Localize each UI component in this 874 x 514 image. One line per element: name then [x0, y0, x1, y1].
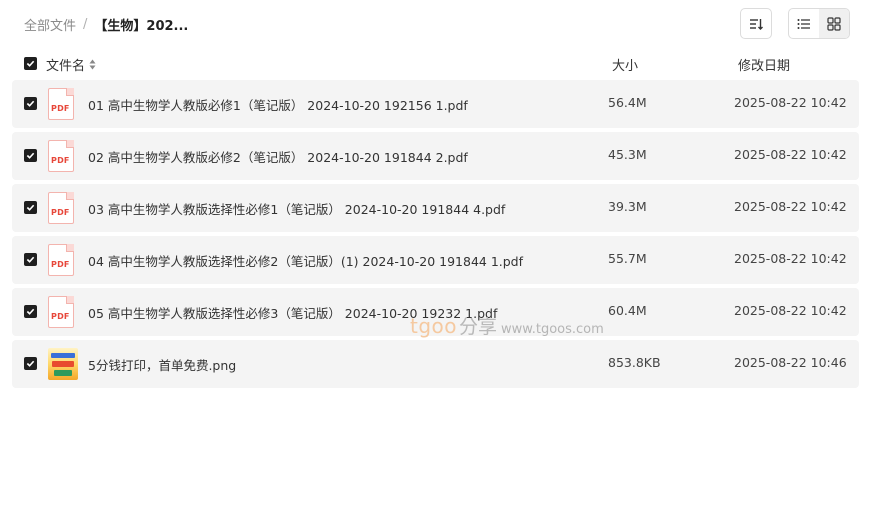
file-row[interactable]: PDF 04 高中生物学人教版选择性必修2（笔记版）(1) 2024-10-20… — [12, 236, 859, 284]
file-checkbox[interactable] — [24, 305, 37, 318]
file-size: 39.3M — [608, 199, 647, 214]
file-name[interactable]: 02 高中生物学人教版必修2（笔记版） 2024-10-20 191844 2.… — [88, 147, 468, 166]
file-name[interactable]: 04 高中生物学人教版选择性必修2（笔记版）(1) 2024-10-20 191… — [88, 251, 523, 270]
pdf-file-icon: PDF — [48, 244, 76, 276]
file-checkbox[interactable] — [24, 357, 37, 370]
list-view-button[interactable] — [789, 9, 819, 38]
pdf-file-icon-label: PDF — [51, 208, 70, 217]
list-view-icon — [797, 18, 810, 29]
file-modified-date: 2025-08-22 10:42 — [734, 199, 847, 214]
checkmark-icon — [26, 204, 35, 211]
select-all-checkbox[interactable] — [24, 57, 37, 70]
breadcrumb-root-link[interactable]: 全部文件 — [24, 15, 76, 34]
file-modified-date: 2025-08-22 10:42 — [734, 95, 847, 110]
breadcrumb-current-folder: 【生物】202... — [94, 18, 189, 34]
checkmark-icon — [26, 100, 35, 107]
file-size: 853.8KB — [608, 355, 661, 370]
file-checkbox[interactable] — [24, 97, 37, 110]
checkmark-icon — [26, 152, 35, 159]
file-size: 55.7M — [608, 251, 647, 266]
top-bar: 全部文件 / 【生物】202... — [0, 0, 874, 48]
sort-caret-icon — [89, 59, 96, 70]
watermark: tgoo 分享 www.tgoos.com — [410, 312, 604, 339]
checkmark-icon — [26, 308, 35, 315]
watermark-share: 分享 — [459, 316, 498, 338]
file-modified-date: 2025-08-22 10:42 — [734, 303, 847, 318]
file-size: 60.4M — [608, 303, 647, 318]
pdf-file-icon-label: PDF — [51, 260, 70, 269]
file-checkbox[interactable] — [24, 201, 37, 214]
column-header-name-label: 文件名 — [46, 59, 86, 74]
file-modified-date: 2025-08-22 10:46 — [734, 355, 847, 370]
file-modified-date: 2025-08-22 10:42 — [734, 251, 847, 266]
watermark-brand: tgoo — [410, 314, 458, 338]
column-header-name[interactable]: 文件名 — [46, 55, 96, 74]
file-checkbox[interactable] — [24, 149, 37, 162]
grid-view-button[interactable] — [819, 9, 849, 38]
sort-button[interactable] — [740, 8, 772, 39]
pdf-file-icon: PDF — [48, 296, 76, 328]
file-row[interactable]: 5分钱打印，首单免费.png 853.8KB 2025-08-22 10:46 — [12, 340, 859, 388]
file-checkbox[interactable] — [24, 253, 37, 266]
file-list: PDF 01 高中生物学人教版必修1（笔记版） 2024-10-20 19215… — [12, 80, 859, 392]
pdf-file-icon: PDF — [48, 140, 76, 172]
checkmark-icon — [26, 60, 35, 67]
file-name[interactable]: 01 高中生物学人教版必修1（笔记版） 2024-10-20 192156 1.… — [88, 95, 468, 114]
file-list-header: 文件名 大小 修改日期 — [12, 50, 859, 78]
file-row[interactable]: PDF 01 高中生物学人教版必修1（笔记版） 2024-10-20 19215… — [12, 80, 859, 128]
view-toggle-group — [788, 8, 850, 39]
file-row[interactable]: PDF 03 高中生物学人教版选择性必修1（笔记版） 2024-10-20 19… — [12, 184, 859, 232]
pdf-file-icon-label: PDF — [51, 312, 70, 321]
file-row[interactable]: PDF 02 高中生物学人教版必修2（笔记版） 2024-10-20 19184… — [12, 132, 859, 180]
file-size: 56.4M — [608, 95, 647, 110]
pdf-file-icon: PDF — [48, 192, 76, 224]
file-name[interactable]: 03 高中生物学人教版选择性必修1（笔记版） 2024-10-20 191844… — [88, 199, 505, 218]
breadcrumb: 全部文件 / 【生物】202... — [24, 14, 188, 34]
sort-icon — [750, 18, 763, 30]
column-header-size[interactable]: 大小 — [612, 55, 638, 74]
grid-view-icon — [827, 16, 841, 31]
file-modified-date: 2025-08-22 10:42 — [734, 147, 847, 162]
pdf-file-icon: PDF — [48, 88, 76, 120]
file-name[interactable]: 5分钱打印，首单免费.png — [88, 355, 236, 374]
pdf-file-icon-label: PDF — [51, 156, 70, 165]
watermark-url: www.tgoos.com — [501, 322, 604, 337]
checkmark-icon — [26, 360, 35, 367]
image-file-thumbnail — [48, 348, 78, 380]
checkmark-icon — [26, 256, 35, 263]
file-size: 45.3M — [608, 147, 647, 162]
breadcrumb-separator: / — [83, 16, 88, 32]
pdf-file-icon-label: PDF — [51, 104, 70, 113]
column-header-date[interactable]: 修改日期 — [738, 55, 790, 74]
